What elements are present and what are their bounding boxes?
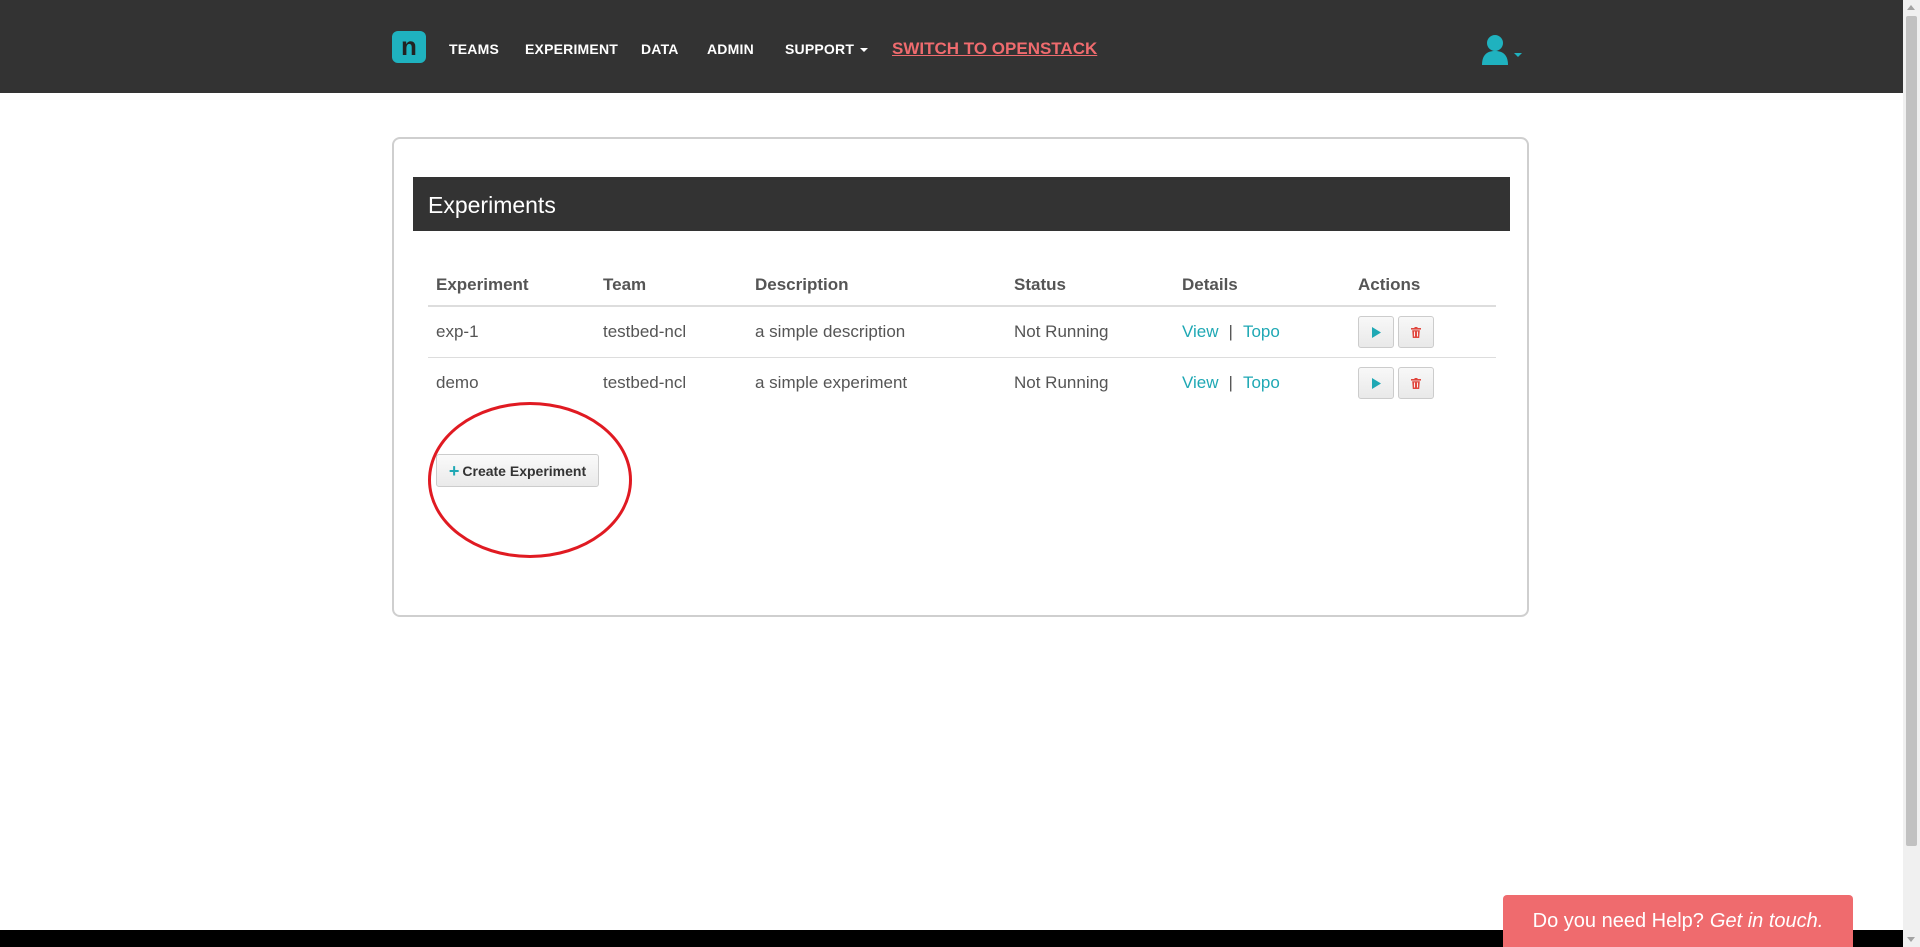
table-header-row: Experiment Team Description Status Detai…: [428, 265, 1496, 307]
view-link[interactable]: View: [1182, 322, 1219, 341]
nav-admin[interactable]: ADMIN: [707, 40, 754, 58]
view-link[interactable]: View: [1182, 373, 1219, 392]
experiment-status: Not Running: [1014, 373, 1109, 392]
create-experiment-label: Create Experiment: [462, 462, 587, 479]
plus-icon: +: [448, 460, 460, 481]
logo-letter: n: [401, 30, 417, 61]
play-icon: [1372, 377, 1381, 389]
table-row: demo testbed-ncl a simple experiment Not…: [428, 358, 1496, 409]
top-navbar: n TEAMS EXPERIMENT DATA ADMIN SUPPORT SW…: [0, 0, 1903, 93]
logo[interactable]: n: [392, 31, 426, 63]
scroll-down-arrow-icon[interactable]: [1907, 937, 1915, 942]
column-header-details: Details: [1174, 265, 1350, 307]
actions-cell: [1350, 306, 1496, 358]
experiments-table: Experiment Team Description Status Detai…: [428, 265, 1496, 408]
experiment-description: a simple description: [747, 306, 1006, 358]
experiment-name: demo: [436, 373, 479, 392]
help-text: Do you need Help?: [1532, 909, 1704, 932]
table-row: exp-1 testbed-ncl a simple description N…: [428, 306, 1496, 358]
create-experiment-button[interactable]: + Create Experiment: [436, 454, 599, 487]
details-separator: |: [1228, 373, 1233, 392]
column-header-actions: Actions: [1350, 265, 1496, 307]
chevron-down-icon: [1514, 53, 1522, 57]
details-cell: View | Topo: [1174, 306, 1350, 358]
experiment-description: a simple experiment: [755, 373, 908, 392]
user-icon: [1482, 35, 1508, 65]
play-icon: [1372, 326, 1381, 338]
nav-support-label: SUPPORT: [785, 41, 855, 57]
details-separator: |: [1228, 322, 1233, 341]
page-title: Experiments: [428, 192, 556, 218]
start-experiment-button[interactable]: [1358, 367, 1394, 399]
chevron-down-icon: [860, 48, 869, 53]
get-in-touch-link[interactable]: Get in touch.: [1710, 910, 1823, 933]
experiment-name: exp-1: [428, 306, 595, 358]
nav-teams[interactable]: TEAMS: [449, 40, 499, 58]
scroll-up-arrow-icon[interactable]: [1907, 5, 1915, 10]
details-cell: View | Topo: [1174, 358, 1350, 409]
topo-link[interactable]: Topo: [1243, 322, 1280, 341]
nav-support[interactable]: SUPPORT: [785, 40, 869, 58]
column-header-experiment: Experiment: [428, 265, 595, 307]
team-name: testbed-ncl: [603, 373, 687, 392]
column-header-description: Description: [747, 265, 1006, 307]
panel-heading: Experiments: [413, 177, 1510, 231]
column-header-status: Status: [1006, 265, 1174, 307]
nav-data[interactable]: DATA: [641, 40, 679, 58]
experiment-status: Not Running: [1006, 306, 1174, 358]
user-menu[interactable]: [1480, 34, 1524, 68]
topo-link[interactable]: Topo: [1243, 373, 1280, 392]
column-header-team: Team: [595, 265, 747, 307]
help-contact-tab[interactable]: Do you need Help? Get in touch.: [1503, 895, 1853, 947]
start-experiment-button[interactable]: [1358, 316, 1394, 348]
trash-icon: [1411, 326, 1421, 338]
delete-experiment-button[interactable]: [1398, 367, 1434, 399]
page-scrollbar[interactable]: [1903, 0, 1920, 947]
scrollbar-thumb[interactable]: [1906, 16, 1917, 846]
trash-icon: [1411, 377, 1421, 389]
switch-to-openstack-link[interactable]: SWITCH TO OPENSTACK: [892, 39, 1097, 59]
nav-experiment[interactable]: EXPERIMENT: [525, 40, 618, 58]
actions-cell: [1350, 358, 1496, 409]
delete-experiment-button[interactable]: [1398, 316, 1434, 348]
team-name: testbed-ncl: [595, 306, 747, 358]
